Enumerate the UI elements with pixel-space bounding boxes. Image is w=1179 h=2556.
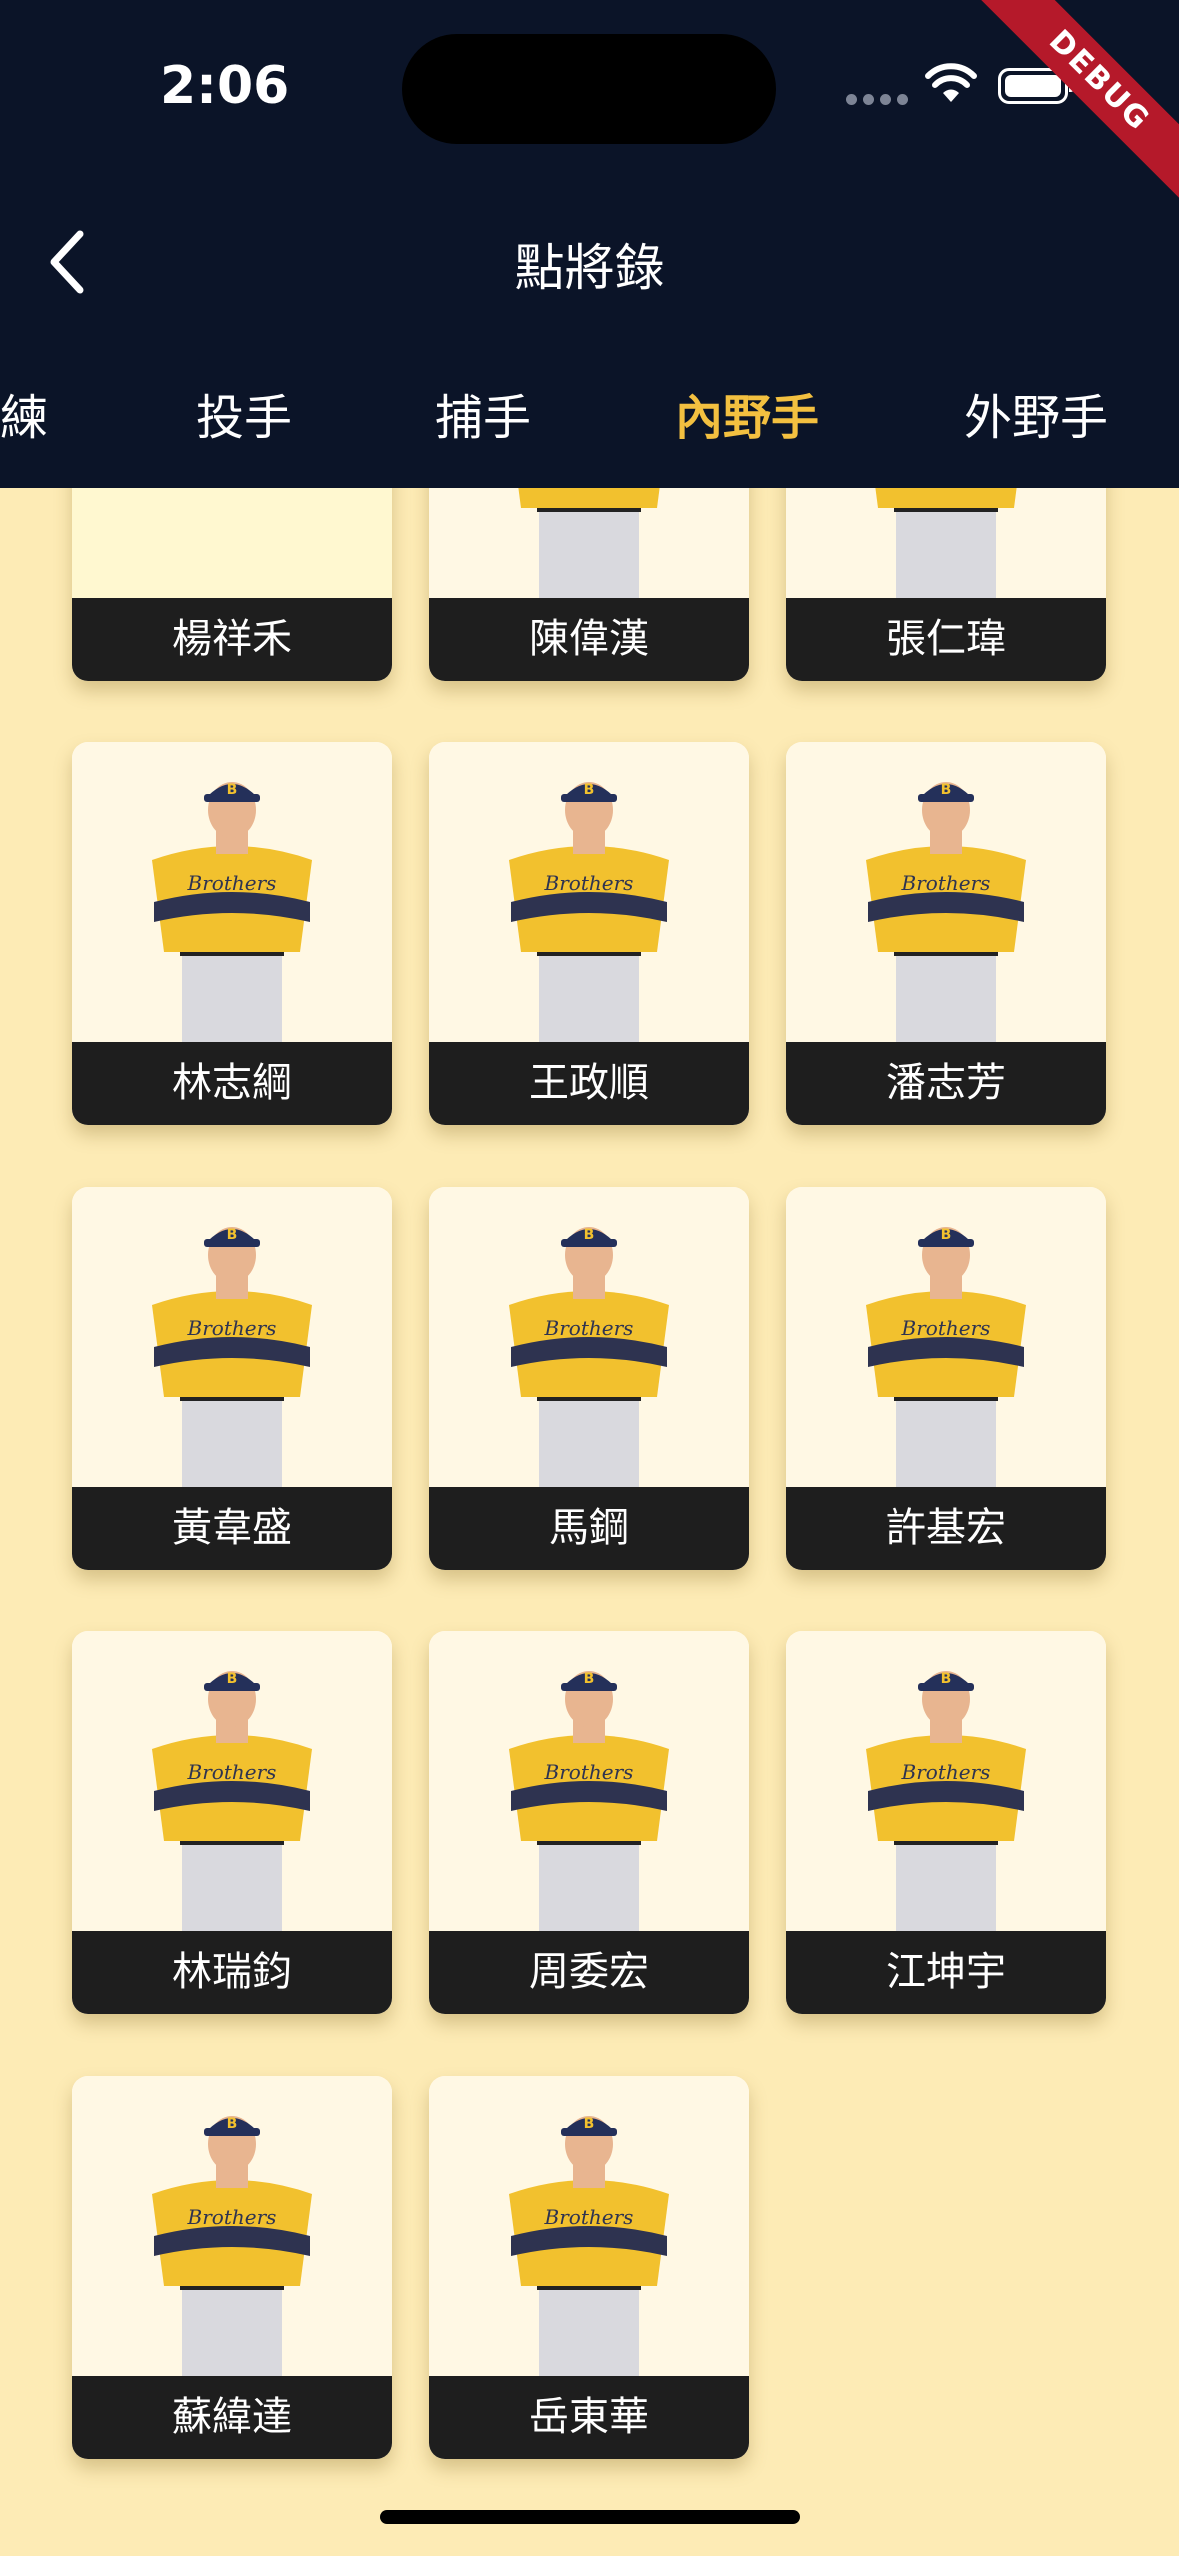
player-name: 林志綱: [72, 1042, 392, 1125]
player-name: 張仁瑋: [786, 598, 1106, 681]
svg-text:B: B: [941, 1671, 952, 1687]
player-card[interactable]: Brothers B 周委宏: [429, 1631, 749, 2014]
player-figure-icon: Brothers B: [152, 2116, 312, 2376]
svg-text:Brothers: Brothers: [544, 871, 634, 895]
player-card[interactable]: Brothers B 林瑞鈞: [72, 1631, 392, 2014]
player-card[interactable]: Brothers B 岳東華: [429, 2076, 749, 2459]
player-figure-icon: Brothers B: [509, 782, 669, 1042]
tab-coach[interactable]: 練: [0, 378, 48, 448]
svg-text:Brothers: Brothers: [544, 2205, 634, 2229]
svg-text:B: B: [941, 1227, 952, 1243]
svg-text:Brothers: Brothers: [187, 871, 277, 895]
player-card[interactable]: Brothers B 蘇緯達: [72, 2076, 392, 2459]
player-photo: Brothers B: [72, 1187, 392, 1487]
svg-text:Brothers: Brothers: [901, 1760, 991, 1784]
svg-text:Brothers: Brothers: [901, 871, 991, 895]
player-name: 蘇緯達: [72, 2376, 392, 2459]
app-header: 2:06 DEBUG 點將錄 練 投手 捕手 內野手 外野手: [0, 0, 1179, 488]
player-card[interactable]: Brothers B 許基宏: [786, 1187, 1106, 1570]
player-card[interactable]: Brothers B 黃韋盛: [72, 1187, 392, 1570]
player-card[interactable]: Brothers B 潘志芳: [786, 742, 1106, 1125]
player-name: 黃韋盛: [72, 1487, 392, 1570]
player-figure-icon: Brothers B: [152, 782, 312, 1042]
debug-banner: DEBUG: [963, 0, 1179, 217]
tab-pitcher[interactable]: 投手: [196, 378, 292, 448]
svg-text:Brothers: Brothers: [544, 1316, 634, 1340]
player-name: 馬鋼: [429, 1487, 749, 1570]
player-figure-icon: Brothers B: [866, 782, 1026, 1042]
player-figure-icon: Brothers B: [509, 1671, 669, 1931]
player-photo: Brothers B: [429, 2076, 749, 2376]
svg-text:B: B: [941, 782, 952, 798]
player-photo: Brothers B: [72, 742, 392, 1042]
player-figure-icon: Brothers B: [509, 2116, 669, 2376]
player-photo: Brothers B: [429, 1187, 749, 1487]
player-figure-icon: Brothers B: [152, 1227, 312, 1487]
svg-text:B: B: [227, 782, 238, 798]
player-name: 潘志芳: [786, 1042, 1106, 1125]
player-name: 王政順: [429, 1042, 749, 1125]
player-name: 江坤宇: [786, 1931, 1106, 2014]
player-photo: Brothers B: [786, 742, 1106, 1042]
tab-outfielder[interactable]: 外野手: [964, 378, 1108, 448]
svg-text:B: B: [584, 1227, 595, 1243]
player-name: 周委宏: [429, 1931, 749, 2014]
player-name: 許基宏: [786, 1487, 1106, 1570]
cellular-signal-icon: [846, 94, 908, 105]
svg-text:B: B: [584, 2116, 595, 2132]
player-figure-icon: Brothers B: [866, 1671, 1026, 1931]
player-name: 陳偉漢: [429, 598, 749, 681]
position-tabs: 練 投手 捕手 內野手 外野手: [0, 378, 1179, 458]
svg-text:Brothers: Brothers: [187, 1316, 277, 1340]
player-card[interactable]: Brothers B 江坤宇: [786, 1631, 1106, 2014]
player-card[interactable]: Brothers B 馬鋼: [429, 1187, 749, 1570]
svg-text:B: B: [227, 1671, 238, 1687]
status-time: 2:06: [160, 56, 290, 116]
player-photo: Brothers B: [429, 742, 749, 1042]
wifi-icon: [925, 63, 977, 102]
tab-catcher[interactable]: 捕手: [435, 378, 531, 448]
player-figure-icon: Brothers B: [152, 1671, 312, 1931]
home-indicator[interactable]: [380, 2510, 800, 2524]
player-photo: Brothers B: [786, 1187, 1106, 1487]
svg-text:Brothers: Brothers: [187, 2205, 277, 2229]
player-photo: Brothers B: [72, 1631, 392, 1931]
tab-infielder[interactable]: 內野手: [675, 378, 819, 448]
svg-text:B: B: [227, 1227, 238, 1243]
svg-text:B: B: [584, 1671, 595, 1687]
svg-text:B: B: [227, 2116, 238, 2132]
svg-text:Brothers: Brothers: [187, 1760, 277, 1784]
player-card[interactable]: Brothers B 林志綱: [72, 742, 392, 1125]
player-figure-icon: Brothers B: [866, 1227, 1026, 1487]
player-card[interactable]: Brothers B 王政順: [429, 742, 749, 1125]
player-figure-icon: Brothers B: [509, 1227, 669, 1487]
player-photo: Brothers B: [786, 1631, 1106, 1931]
player-name: 林瑞鈞: [72, 1931, 392, 2014]
svg-text:B: B: [584, 782, 595, 798]
page-title: 點將錄: [514, 239, 665, 297]
svg-text:Brothers: Brothers: [544, 1760, 634, 1784]
player-name: 楊祥禾: [72, 598, 392, 681]
player-name: 岳東華: [429, 2376, 749, 2459]
player-photo: Brothers B: [429, 1631, 749, 1931]
dynamic-island: [402, 34, 776, 144]
player-photo: Brothers B: [72, 2076, 392, 2376]
svg-text:Brothers: Brothers: [901, 1316, 991, 1340]
